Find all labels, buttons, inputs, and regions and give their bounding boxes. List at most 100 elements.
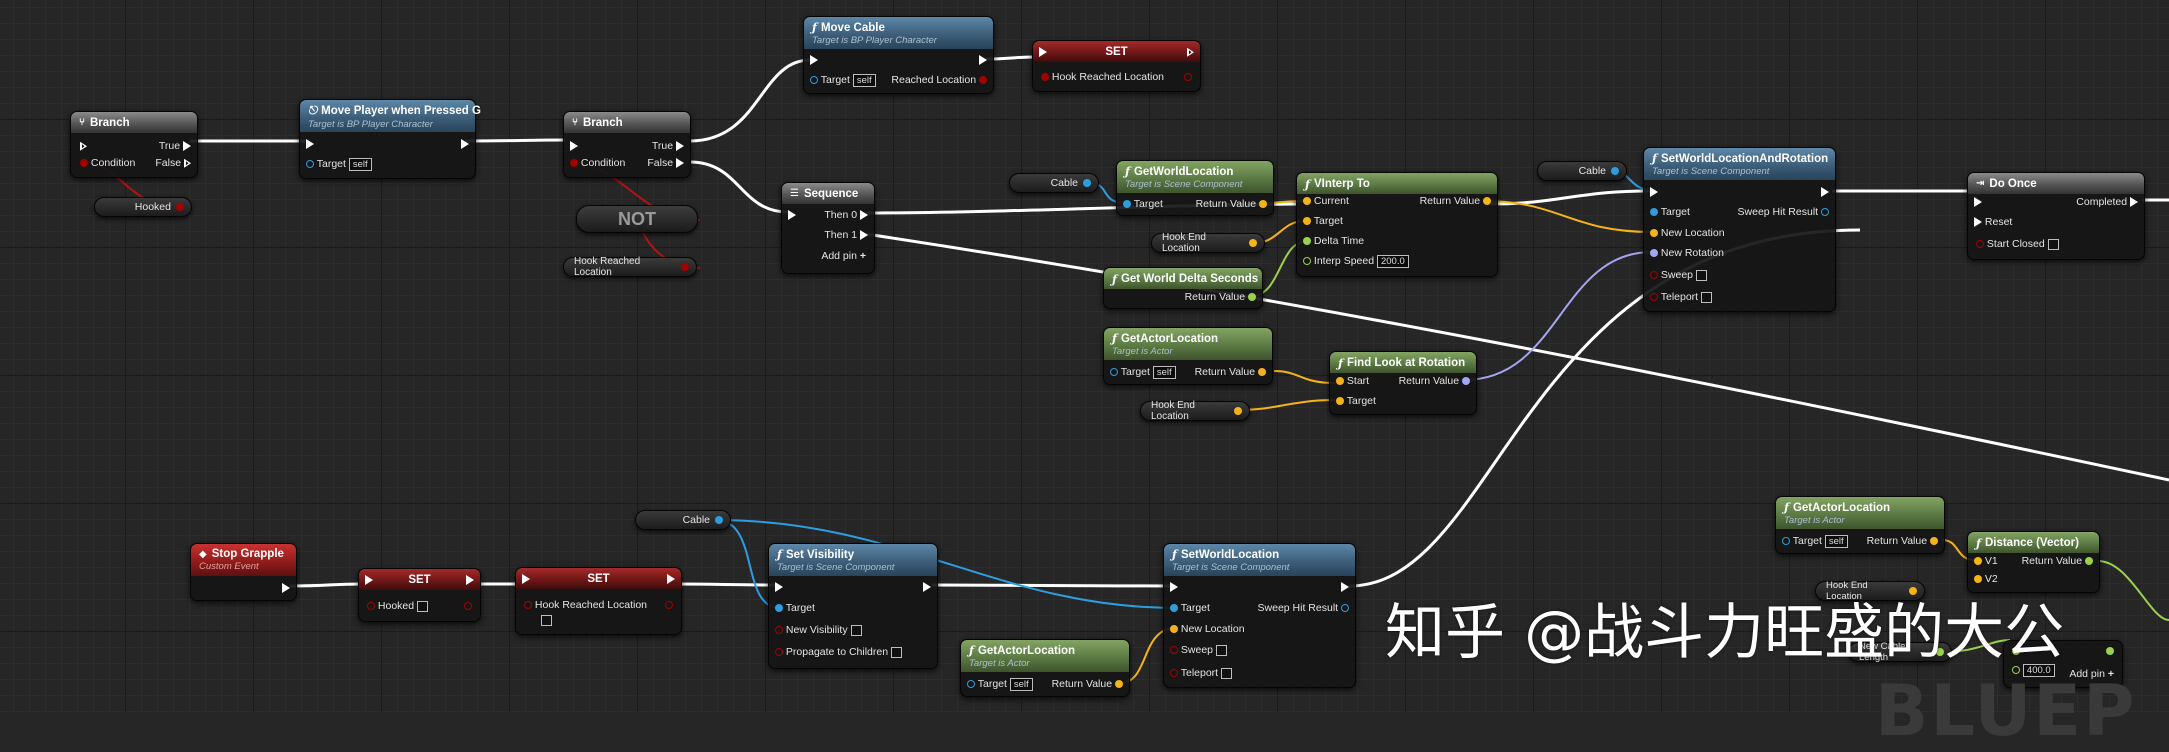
delta-time-pin[interactable]: Delta Time	[1303, 235, 1364, 248]
target-pin[interactable]: Target self	[967, 678, 1033, 691]
hook-reached-location-getter[interactable]: Hook Reached Location	[563, 256, 697, 278]
hooked-pin[interactable]: Hooked	[367, 600, 429, 613]
set-hooked-node[interactable]: SET Hooked	[358, 568, 481, 622]
self-box[interactable]: self	[348, 158, 372, 171]
true-pin[interactable]: True	[159, 140, 191, 153]
move-cable-header[interactable]: ƒ Move Cable Target is BP Player Character	[804, 17, 993, 49]
self-box[interactable]: self	[852, 74, 876, 87]
exec-in-pin[interactable]	[775, 581, 783, 594]
start-closed-pin[interactable]: Start Closed	[1976, 238, 2059, 251]
target-pin[interactable]: Target self	[306, 158, 372, 171]
move-player-node[interactable]: ⎋ Move Player when Pressed G Target is BP …	[299, 99, 481, 179]
hook-reached-checkbox[interactable]	[541, 614, 552, 626]
return-value-pin[interactable]: Return Value	[1195, 366, 1266, 379]
get-delta-header[interactable]: ƒ Get World Delta Seconds	[1104, 268, 1262, 289]
new-location-pin[interactable]: New Location	[1170, 623, 1245, 636]
exec-in-pin[interactable]	[810, 54, 818, 67]
set-visibility-node[interactable]: ƒ Set Visibility Target is Scene Component…	[768, 543, 938, 669]
set-wlr-header[interactable]: ƒ SetWorldLocationAndRotation Target is Sc…	[1644, 148, 1835, 180]
target-pin[interactable]: Target	[1650, 206, 1690, 219]
cable-getter[interactable]: Cable	[1537, 161, 1627, 181]
stop-grapple-header[interactable]: ◆ Stop Grapple Custom Event	[191, 544, 296, 576]
return-value-pin[interactable]: Return Value	[2022, 555, 2093, 568]
teleport-pin[interactable]: Teleport	[1170, 667, 1233, 680]
sweep-pin[interactable]: Sweep	[1650, 269, 1707, 282]
set-header[interactable]: SET	[516, 568, 681, 589]
do-once-node[interactable]: ⇥ Do Once Completed Reset Start Closed	[1967, 172, 2145, 260]
return-value-pin[interactable]: Return Value	[1185, 291, 1256, 304]
propagate-pin[interactable]: Propagate to Children	[775, 646, 902, 659]
start-closed-checkbox[interactable]	[2047, 238, 2059, 250]
exec-out-pin[interactable]	[979, 54, 987, 67]
output-pin[interactable]	[2106, 645, 2114, 658]
new-rotation-pin[interactable]: New Rotation	[1650, 247, 1724, 260]
self-box[interactable]: self	[1824, 535, 1848, 548]
sequence-header[interactable]: ☰ Sequence	[782, 183, 874, 204]
set-hook-reached-node[interactable]: SET Hook Reached Location	[1032, 40, 1201, 92]
get-world-location-node[interactable]: ƒ GetWorldLocation Target is Scene Compone…	[1116, 160, 1274, 216]
set-hook-reached-location-node[interactable]: SET Hook Reached Location	[515, 567, 682, 635]
hook-reached-out-pin[interactable]	[665, 599, 673, 612]
hooked-getter[interactable]: Hooked	[94, 197, 192, 217]
target-pin[interactable]: Target	[1170, 602, 1210, 615]
new-visibility-pin[interactable]: New Visibility	[775, 624, 862, 637]
completed-pin[interactable]: Completed	[2076, 196, 2138, 209]
exec-in-pin[interactable]	[570, 140, 578, 153]
set-world-location-node[interactable]: ƒ SetWorldLocation Target is Scene Compone…	[1163, 543, 1356, 688]
teleport-pin[interactable]: Teleport	[1650, 291, 1713, 304]
hook-reached-out-pin[interactable]	[1184, 71, 1192, 84]
target-pin[interactable]: Target	[775, 602, 815, 615]
not-node[interactable]: NOT	[576, 205, 698, 233]
exec-in-pin[interactable]	[80, 140, 87, 153]
target-pin[interactable]: Target	[1303, 215, 1343, 228]
condition-pin[interactable]: Condition	[80, 157, 135, 170]
do-once-header[interactable]: ⇥ Do Once	[1968, 173, 2144, 194]
stop-grapple-event-node[interactable]: ◆ Stop Grapple Custom Event	[190, 543, 297, 601]
set-header[interactable]: SET	[359, 569, 480, 590]
exec-out-pin[interactable]	[461, 138, 469, 151]
add-pin-button[interactable]: Add pin +	[821, 250, 866, 263]
return-value-pin[interactable]: Return Value	[1420, 195, 1491, 208]
return-value-pin[interactable]: Return Value	[1052, 678, 1123, 691]
exec-in-pin[interactable]	[1170, 581, 1178, 594]
set-header[interactable]: SET	[1033, 41, 1200, 62]
cable-getter[interactable]: Cable	[1009, 173, 1099, 193]
self-box[interactable]: self	[1009, 678, 1033, 691]
target-pin[interactable]: Target self	[1782, 535, 1848, 548]
self-box[interactable]: self	[1152, 366, 1176, 379]
sequence-node[interactable]: ☰ Sequence Then 0 Then 1 Add pin +	[781, 182, 875, 274]
interp-speed-pin[interactable]: Interp Speed 200.0	[1303, 255, 1409, 268]
find-look-at-rotation-node[interactable]: ƒ Find Look at Rotation Start Return Valu…	[1329, 351, 1477, 415]
false-pin[interactable]: False	[647, 157, 684, 170]
vinterp-to-node[interactable]: ƒ VInterp To Current Return Value Target …	[1296, 172, 1498, 277]
return-value-pin[interactable]: Return Value	[1399, 375, 1470, 388]
set-world-location-and-rotation-node[interactable]: ƒ SetWorldLocationAndRotation Target is Sc…	[1643, 147, 1836, 312]
hook-reached-checkbox-pin[interactable]	[541, 614, 552, 627]
move-cable-node[interactable]: ƒ Move Cable Target is BP Player Character…	[803, 16, 994, 94]
set-world-location-header[interactable]: ƒ SetWorldLocation Target is Scene Compone…	[1164, 544, 1355, 576]
distance-header[interactable]: ƒ Distance (Vector)	[1968, 532, 2099, 553]
branch-node-header[interactable]: ⑂ Branch	[71, 112, 197, 133]
hook-reached-pin[interactable]: Hook Reached Location	[1041, 71, 1164, 84]
get-actor-location-node-1[interactable]: ƒ GetActorLocation Target is Actor Target …	[1103, 327, 1273, 385]
exec-out-pin[interactable]	[466, 574, 474, 587]
exec-in-pin[interactable]	[365, 574, 373, 587]
sweep-checkbox[interactable]	[1215, 644, 1227, 656]
new-location-pin[interactable]: New Location	[1650, 227, 1725, 240]
then0-pin[interactable]: Then 0	[824, 209, 868, 222]
exec-out-pin[interactable]	[667, 573, 675, 586]
vinterp-header[interactable]: ƒ VInterp To	[1297, 173, 1497, 194]
reset-pin[interactable]: Reset	[1974, 216, 2012, 229]
condition-pin[interactable]: Condition	[570, 157, 625, 170]
v1-pin[interactable]: V1	[1974, 555, 1998, 568]
target-pin[interactable]: Target	[1336, 395, 1376, 408]
hook-reached-pin[interactable]: Hook Reached Location	[524, 599, 647, 612]
teleport-checkbox[interactable]	[1221, 667, 1233, 679]
sweep-pin[interactable]: Sweep	[1170, 644, 1227, 657]
get-actor-location-header[interactable]: ƒ GetActorLocation Target is Actor	[1776, 497, 1944, 529]
then1-pin[interactable]: Then 1	[824, 229, 868, 242]
sweep-checkbox[interactable]	[1695, 269, 1707, 281]
new-visibility-checkbox[interactable]	[850, 624, 862, 636]
get-world-location-header[interactable]: ƒ GetWorldLocation Target is Scene Compone…	[1117, 161, 1273, 193]
true-pin[interactable]: True	[652, 140, 684, 153]
